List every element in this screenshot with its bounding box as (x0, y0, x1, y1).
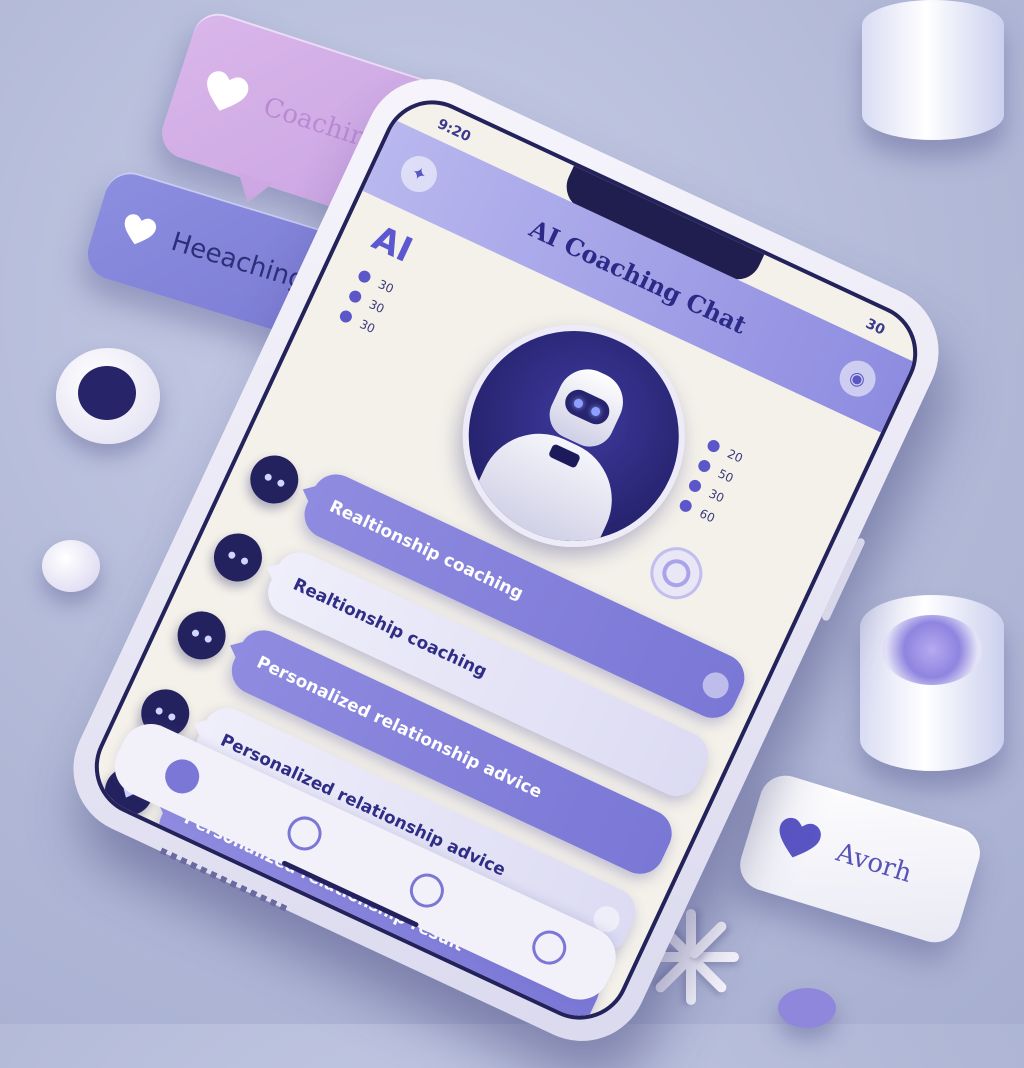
eye-dot (203, 633, 213, 644)
robot-eye (589, 405, 602, 418)
stat-dot-icon (687, 477, 703, 494)
robot-face (560, 385, 614, 429)
home-icon[interactable] (159, 753, 205, 799)
robot-eye (572, 397, 585, 410)
stat-dot-icon (347, 288, 364, 305)
bottom-pill[interactable]: Avorh (733, 769, 987, 949)
heartbeat-pill-label: Heeaching (167, 226, 309, 297)
stat-value: 50 (715, 466, 736, 486)
heart-icon[interactable] (403, 867, 450, 913)
stat-dot-icon (696, 458, 713, 474)
profile-icon[interactable]: ◉ (833, 354, 882, 403)
ai-label: AI (366, 217, 419, 271)
stat-value: 60 (697, 506, 718, 526)
orb-heart (56, 348, 160, 444)
stat-dot-icon (337, 308, 354, 325)
target-icon[interactable] (641, 538, 711, 608)
eye-dot (263, 471, 273, 482)
stat-value: 30 (706, 486, 727, 506)
stat-dot-icon (677, 497, 694, 514)
cup-swirl (882, 615, 982, 685)
heart-icon (779, 817, 821, 858)
bottom-pill-label: Avorh (832, 837, 916, 889)
chat-icon[interactable]: ✦ (395, 150, 443, 198)
stat-value: 30 (376, 277, 396, 297)
orb-small (42, 540, 100, 592)
stat-value: 30 (357, 316, 378, 337)
stat-value: 20 (725, 446, 745, 466)
home-indicator[interactable] (281, 860, 420, 928)
eye-dot (190, 627, 200, 638)
orb-heart-center (78, 366, 136, 420)
heart-icon (207, 71, 249, 111)
eye-dot (239, 555, 249, 566)
coach-face-icon (169, 603, 234, 668)
left-stats: 30 30 30 (337, 268, 396, 337)
cup-right (860, 595, 1004, 771)
eye-dot (275, 477, 286, 488)
orb-bottom (778, 988, 836, 1028)
stat-dot-icon (356, 268, 373, 285)
chat-icon[interactable] (281, 810, 327, 856)
heart-icon (124, 214, 157, 245)
status-battery: 30 (863, 315, 888, 339)
stat-dot-icon (705, 438, 722, 455)
eye-dot (226, 549, 237, 560)
eye-dot (154, 705, 164, 716)
cup-top-right (862, 0, 1004, 140)
bowtie-icon (547, 443, 582, 469)
coach-face-icon (206, 525, 270, 590)
coach-face-icon (242, 447, 307, 512)
stat-value: 30 (366, 297, 387, 317)
message-list: Realtionship coaching Realtionship coach… (87, 434, 755, 1037)
right-stats: 20 50 30 60 (677, 437, 745, 525)
eye-dot (166, 711, 177, 721)
settings-icon[interactable] (526, 924, 572, 970)
